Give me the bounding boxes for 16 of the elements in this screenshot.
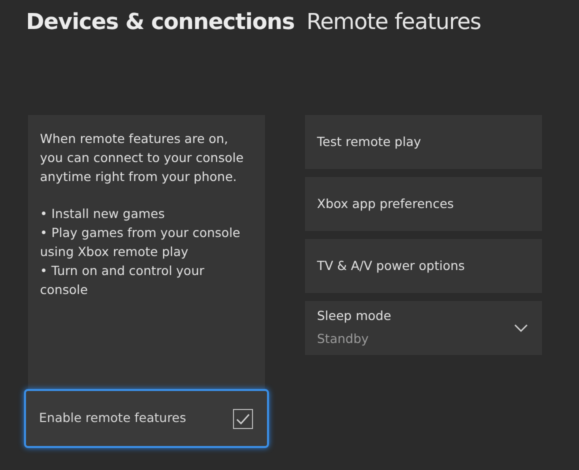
checkmark-icon xyxy=(236,412,250,424)
checkbox[interactable] xyxy=(233,408,253,428)
option-button[interactable]: Test remote play xyxy=(305,115,542,169)
bullet-item: • Install new games xyxy=(40,205,166,223)
dropdown-value: Standby xyxy=(317,330,370,348)
dropdown-label: Sleep mode xyxy=(317,307,392,326)
option-button[interactable]: TV & A/V power options xyxy=(305,239,542,293)
option-button[interactable]: Xbox app preferences xyxy=(305,177,542,231)
chevron-down-icon xyxy=(514,324,528,332)
bullet-item: • Turn on and control your console xyxy=(40,262,206,299)
bullet-item: • Play games from your console using Xbox remote play xyxy=(40,224,242,261)
enable-remote-features-toggle[interactable]: Enable remote features xyxy=(24,389,269,448)
sleep-mode-dropdown[interactable]: Sleep mode Standby xyxy=(305,301,542,355)
description-text: When remote features are on, you can connect to your console anytime right from your phone. xyxy=(40,130,245,186)
page-title: Remote features xyxy=(306,9,481,37)
section-title: Devices & connections xyxy=(26,9,294,37)
